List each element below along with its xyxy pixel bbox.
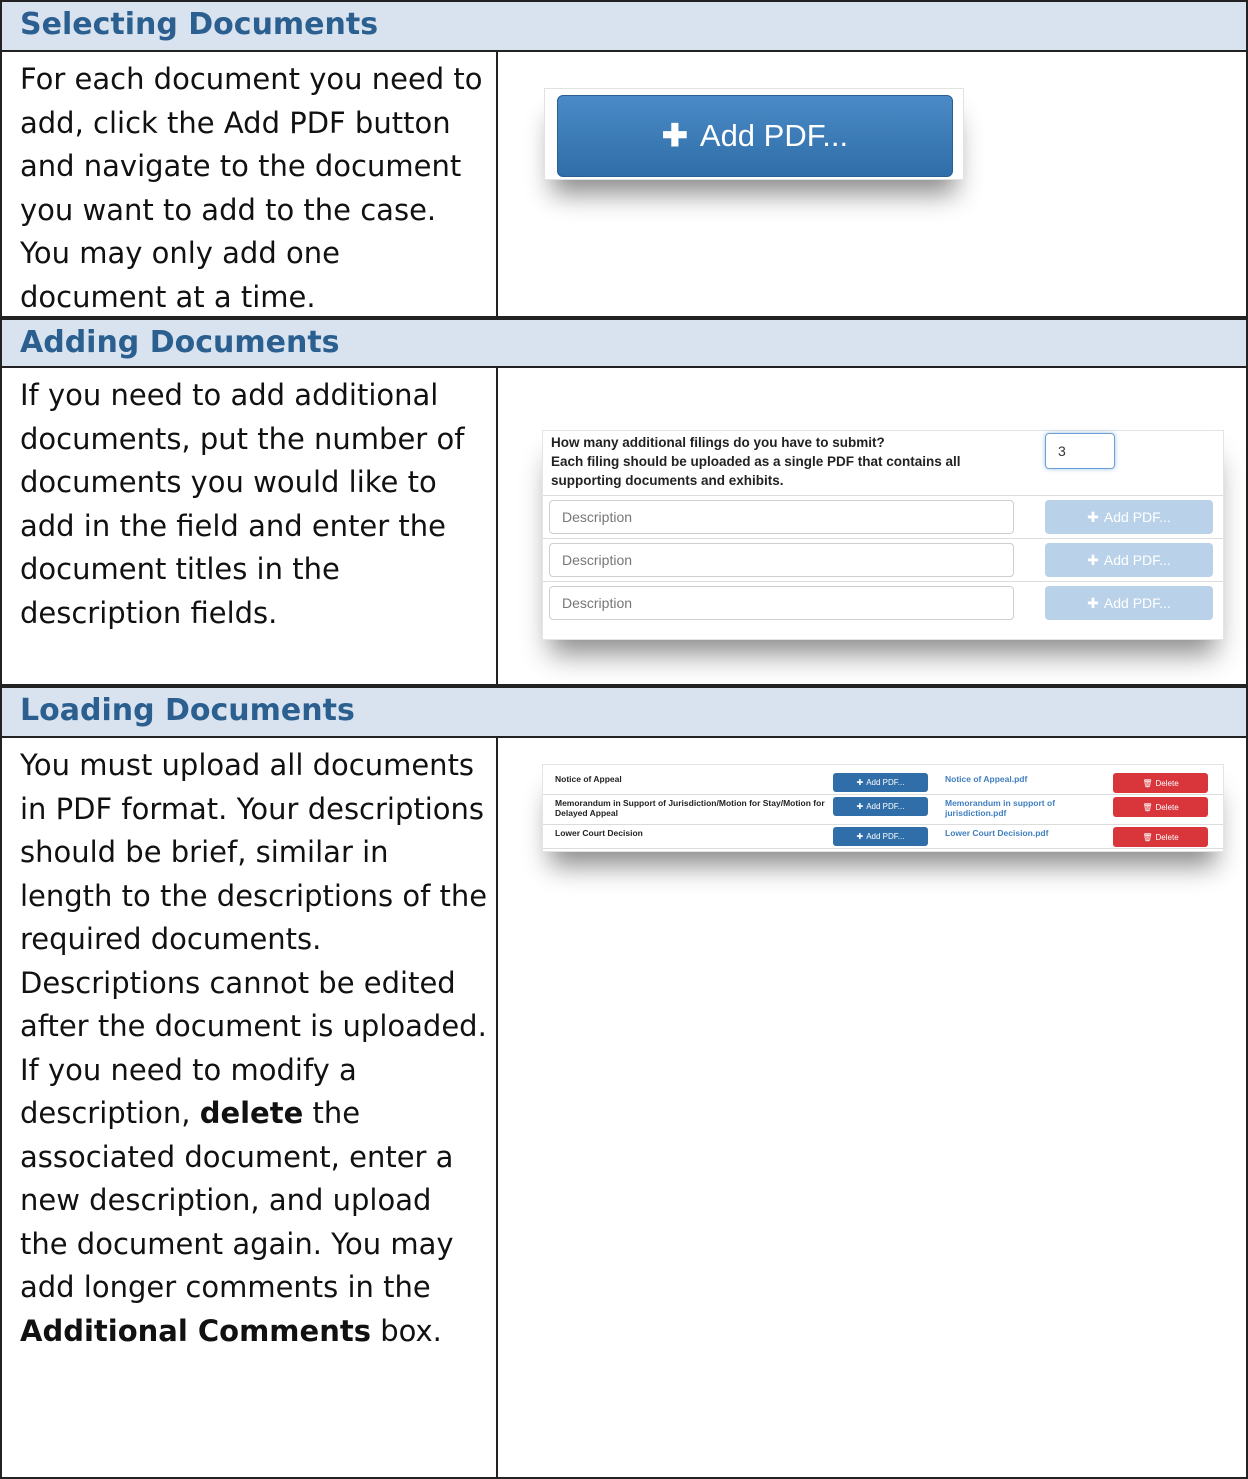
filings-question-line2: Each filing should be uploaded as a sing… [551, 454, 961, 488]
instruction-text: If you need to add additional documents,… [20, 378, 465, 630]
document-file-link[interactable]: Memorandum in support of jurisdiction.pd… [945, 798, 1075, 818]
section-row-selecting: For each document you need to add, click… [0, 52, 1248, 318]
trash-icon: 🗑 [1142, 802, 1153, 812]
add-pdf-label: Add PDF... [866, 832, 905, 841]
delete-label: Delete [1155, 778, 1179, 788]
document-row: Memorandum in Support of Jurisdiction/Mo… [543, 795, 1223, 825]
instruction-bold-additional-comments: Additional Comments [20, 1313, 371, 1348]
add-pdf-label: Add PDF... [866, 802, 905, 811]
plus-icon: ✚ [661, 118, 688, 153]
instruction-text: For each document you need to add, click… [20, 62, 483, 314]
additional-filings-screenshot: How many additional filings do you have … [542, 430, 1224, 640]
trash-icon: 🗑 [1142, 778, 1153, 788]
add-pdf-label: Add PDF... [699, 118, 849, 153]
document-file-link[interactable]: Notice of Appeal.pdf [945, 774, 1075, 784]
add-pdf-button[interactable]: ✚ Add PDF... [1045, 543, 1213, 577]
delete-button[interactable]: 🗑 Delete [1113, 827, 1208, 847]
screenshot-cell: ✚ Add PDF... [498, 52, 1246, 316]
delete-label: Delete [1155, 832, 1179, 842]
document-file-link[interactable]: Lower Court Decision.pdf [945, 828, 1075, 838]
add-pdf-button[interactable]: ✚ Add PDF... [1045, 500, 1213, 534]
add-pdf-label: Add PDF... [1103, 509, 1171, 525]
plus-icon: ✚ [1087, 594, 1099, 611]
description-row: Description ✚ Add PDF... [543, 538, 1223, 580]
section-row-loading: You must upload all documents in PDF for… [0, 738, 1248, 1479]
document-row: Notice of Appeal ✚ Add PDF... Notice of A… [543, 771, 1223, 795]
add-pdf-screenshot: ✚ Add PDF... [544, 88, 964, 180]
filings-question: How many additional filings do you have … [551, 433, 1021, 490]
instruction-cell: You must upload all documents in PDF for… [2, 738, 498, 1477]
description-input[interactable]: Description [549, 500, 1014, 534]
add-pdf-label: Add PDF... [1103, 552, 1171, 568]
delete-button[interactable]: 🗑 Delete [1113, 797, 1208, 817]
add-pdf-button[interactable]: ✚ Add PDF... [833, 773, 928, 792]
description-input[interactable]: Description [549, 543, 1014, 577]
add-pdf-button[interactable]: ✚ Add PDF... [1045, 586, 1213, 620]
add-pdf-button[interactable]: ✚ Add PDF... [833, 827, 928, 846]
plus-icon: ✚ [856, 802, 864, 811]
instruction-bold-delete: delete [199, 1096, 304, 1130]
description-row: Description ✚ Add PDF... [543, 581, 1223, 623]
section-title: Loading Documents [20, 693, 355, 728]
instruction-cell: For each document you need to add, click… [2, 52, 498, 316]
document-title: Notice of Appeal [555, 774, 622, 784]
add-pdf-button[interactable]: ✚ Add PDF... [833, 797, 928, 816]
filings-question-line1: How many additional filings do you have … [551, 435, 885, 450]
section-title: Selecting Documents [20, 7, 379, 42]
plus-icon: ✚ [856, 832, 864, 841]
add-pdf-label: Add PDF... [866, 778, 905, 787]
section-title: Adding Documents [20, 325, 340, 360]
loaded-documents-screenshot: Notice of Appeal ✚ Add PDF... Notice of A… [542, 764, 1224, 852]
document-title: Lower Court Decision [555, 828, 643, 838]
description-row: Description ✚ Add PDF... [543, 495, 1223, 537]
plus-icon: ✚ [1087, 551, 1099, 568]
section-header-adding: Adding Documents [0, 318, 1248, 368]
instruction-text: You must upload all documents in PDF for… [20, 744, 488, 1353]
instruction-text-part: You must upload all documents in PDF for… [20, 748, 488, 1130]
instruction-cell: If you need to add additional documents,… [2, 368, 498, 684]
document-title: Memorandum in Support of Jurisdiction/Mo… [555, 798, 825, 818]
document-row: Lower Court Decision ✚ Add PDF... Lower C… [543, 825, 1223, 849]
section-header-selecting: Selecting Documents [0, 0, 1248, 52]
section-header-loading: Loading Documents [0, 686, 1248, 738]
screenshot-cell: How many additional filings do you have … [498, 368, 1246, 684]
delete-button[interactable]: 🗑 Delete [1113, 773, 1208, 793]
add-pdf-label: Add PDF... [1103, 595, 1171, 611]
instruction-text-part: box. [380, 1313, 442, 1348]
plus-icon: ✚ [1087, 508, 1099, 525]
trash-icon: 🗑 [1142, 832, 1153, 842]
filings-count-input[interactable]: 3 [1045, 433, 1115, 469]
description-input[interactable]: Description [549, 586, 1014, 620]
delete-label: Delete [1155, 802, 1179, 812]
screenshot-cell: Notice of Appeal ✚ Add PDF... Notice of A… [498, 738, 1246, 1477]
section-row-adding: If you need to add additional documents,… [0, 368, 1248, 686]
add-pdf-button[interactable]: ✚ Add PDF... [557, 95, 953, 177]
plus-icon: ✚ [856, 778, 864, 787]
